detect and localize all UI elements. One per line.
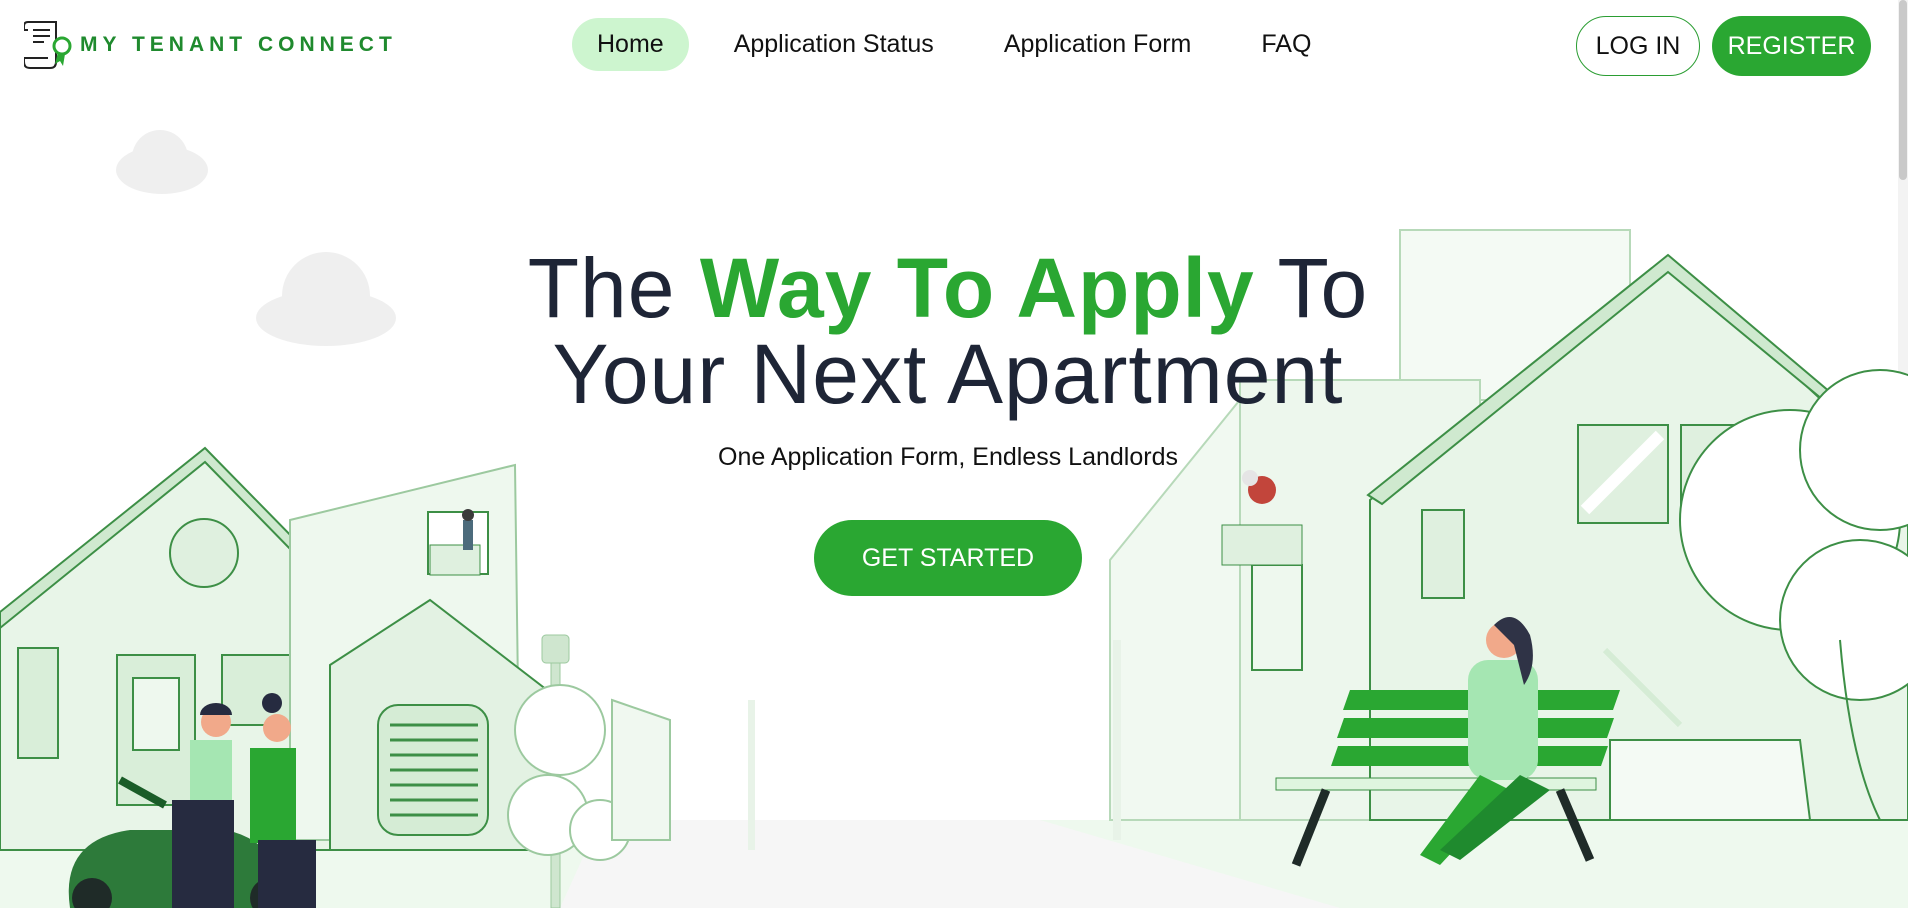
hero-title-suffix: To bbox=[1254, 241, 1369, 335]
hero-title: The Way To Apply To Your Next Apartment bbox=[0, 245, 1896, 417]
top-navigation: MY TENANT CONNECT Home Application Statu… bbox=[0, 0, 1908, 92]
register-button[interactable]: REGISTER bbox=[1712, 16, 1871, 76]
cloud-icon bbox=[116, 130, 208, 194]
hero-title-line2: Your Next Apartment bbox=[552, 327, 1344, 421]
certificate-scroll-icon bbox=[24, 21, 72, 69]
get-started-button[interactable]: GET STARTED bbox=[814, 520, 1082, 596]
nav-item-application-form[interactable]: Application Form bbox=[979, 18, 1217, 71]
lamp-post-right bbox=[748, 640, 1121, 850]
nav-item-application-status[interactable]: Application Status bbox=[709, 18, 959, 71]
main-nav: Home Application Status Application Form… bbox=[572, 18, 1356, 71]
nav-item-faq[interactable]: FAQ bbox=[1236, 18, 1336, 71]
login-button[interactable]: LOG IN bbox=[1576, 16, 1700, 76]
brand-name: MY TENANT CONNECT bbox=[80, 33, 397, 56]
hero-section: The Way To Apply To Your Next Apartment … bbox=[0, 245, 1896, 596]
hero-subtitle: One Application Form, Endless Landlords bbox=[718, 443, 1178, 471]
brand-logo[interactable]: MY TENANT CONNECT bbox=[24, 20, 397, 70]
hero-title-accent: Way To Apply bbox=[699, 241, 1255, 335]
nav-item-home[interactable]: Home bbox=[572, 18, 689, 71]
hero-title-prefix: The bbox=[527, 241, 700, 335]
